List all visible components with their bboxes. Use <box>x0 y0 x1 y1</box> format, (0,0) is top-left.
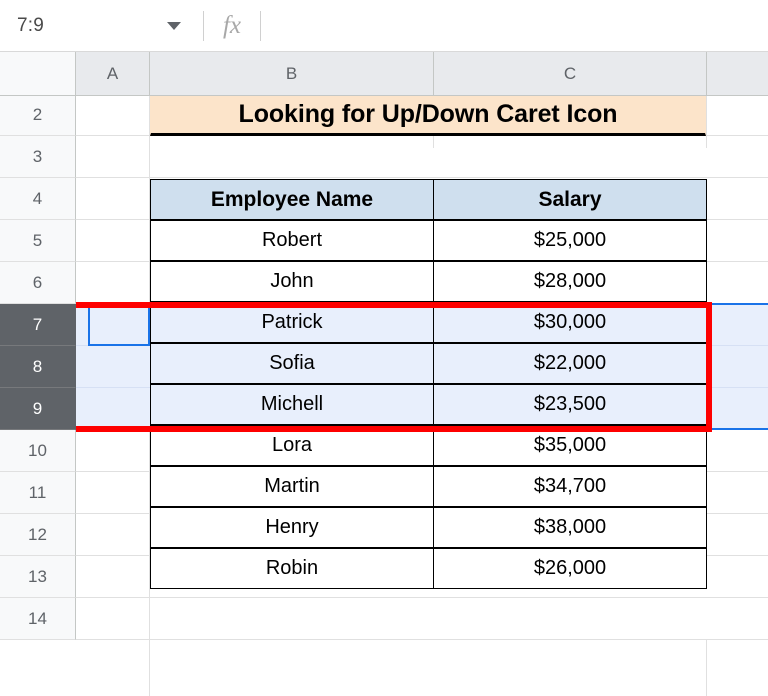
column-header-a[interactable]: A <box>76 52 150 95</box>
row-header-label: 8 <box>32 356 43 376</box>
cell-salary-robin[interactable]: $26,000 <box>433 548 707 589</box>
cell-name-martin[interactable]: Martin <box>150 466 434 507</box>
row-header-13[interactable]: 13 <box>0 556 76 598</box>
column-header-d[interactable] <box>707 52 768 95</box>
formula-input[interactable] <box>261 0 768 52</box>
cell-name-john[interactable]: John <box>150 261 434 302</box>
row-header-label: 11 <box>28 482 47 502</box>
selection-bottom-border <box>76 428 768 430</box>
row-header-10[interactable]: 10 <box>0 430 76 472</box>
cell-name-robin[interactable]: Robin <box>150 548 434 589</box>
cell-salary-patrick[interactable]: $30,000 <box>433 302 707 343</box>
spreadsheet-app: 7:9 fx Looking for Up/Down Caret Icon Em… <box>0 0 768 696</box>
cell-salary-michell[interactable]: $23,500 <box>433 384 707 425</box>
selection-top-border <box>76 303 768 305</box>
cell-salary-lora[interactable]: $35,000 <box>433 425 707 466</box>
cell-name-henry[interactable]: Henry <box>150 507 434 548</box>
row-header-3[interactable]: 3 <box>0 136 76 178</box>
row-header-12[interactable]: 12 <box>0 514 76 556</box>
select-all-corner[interactable] <box>0 52 76 95</box>
row-header-label: 12 <box>28 524 47 544</box>
row-header-label: 6 <box>32 272 43 292</box>
row-header-9[interactable]: 9 <box>0 388 76 430</box>
row-header-label: 14 <box>28 608 47 628</box>
table-header-employee-name[interactable]: Employee Name <box>150 179 434 220</box>
cell-name-robert[interactable]: Robert <box>150 220 434 261</box>
row-header-7[interactable]: 7 <box>0 304 76 346</box>
row-header-5[interactable]: 5 <box>0 220 76 262</box>
cell-salary-john[interactable]: $28,000 <box>433 261 707 302</box>
table-header-salary[interactable]: Salary <box>433 179 707 220</box>
cell-salary-robert[interactable]: $25,000 <box>433 220 707 261</box>
grid-row-14[interactable] <box>76 598 768 640</box>
row-header-label: 5 <box>32 230 43 250</box>
fx-icon: fx <box>222 11 242 39</box>
cell-name-sofia[interactable]: Sofia <box>150 343 434 384</box>
column-header-b[interactable]: B <box>150 52 434 95</box>
cell-salary-martin[interactable]: $34,700 <box>433 466 707 507</box>
column-header-strip: A B C <box>0 52 768 96</box>
row-header-label: 3 <box>32 146 43 166</box>
row-header-6[interactable]: 6 <box>0 262 76 304</box>
row-header-label: 4 <box>32 188 43 208</box>
name-box[interactable]: 7:9 <box>0 0 203 52</box>
row-header-label: 10 <box>28 440 47 460</box>
row-header-14[interactable]: 14 <box>0 598 76 640</box>
column-header-c[interactable]: C <box>434 52 707 95</box>
cell-salary-sofia[interactable]: $22,000 <box>433 343 707 384</box>
row-header-8[interactable]: 8 <box>0 346 76 388</box>
spreadsheet-grid: Looking for Up/Down Caret Icon Employee … <box>0 52 768 696</box>
row-header-4[interactable]: 4 <box>0 178 76 220</box>
row-header-label: 2 <box>32 104 43 124</box>
row-header-11[interactable]: 11 <box>0 472 76 514</box>
active-cell-a7[interactable] <box>88 304 150 346</box>
cell-name-michell[interactable]: Michell <box>150 384 434 425</box>
row-header-label: 9 <box>32 398 43 418</box>
row-header-2[interactable]: 2 <box>0 94 76 136</box>
sheet-title-cell[interactable]: Looking for Up/Down Caret Icon <box>150 95 706 136</box>
row-header-label: 7 <box>32 314 43 334</box>
chevron-down-icon[interactable] <box>167 21 181 30</box>
grid-row-3[interactable] <box>76 136 768 178</box>
cell-name-lora[interactable]: Lora <box>150 425 434 466</box>
name-box-value: 7:9 <box>17 14 45 36</box>
cell-name-patrick[interactable]: Patrick <box>150 302 434 343</box>
row-header-label: 13 <box>28 566 47 586</box>
formula-bar: 7:9 fx <box>0 0 768 52</box>
grid-column-line-c2 <box>706 640 707 696</box>
cell-salary-henry[interactable]: $38,000 <box>433 507 707 548</box>
